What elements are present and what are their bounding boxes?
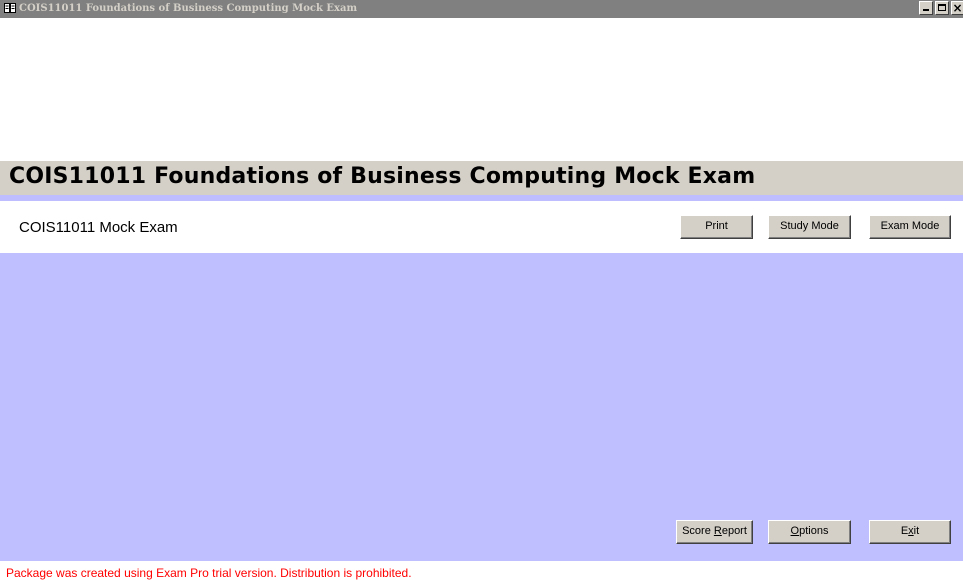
exit-label-post: it [913,525,920,537]
score-report-mnemonic: R [713,525,722,537]
exit-button[interactable]: Exit [869,520,951,544]
options-mnemonic: O [790,525,800,537]
window-titlebar[interactable]: COIS11011 Foundations of Business Comput… [0,0,963,18]
options-label-post: ptions [799,525,829,537]
exam-name: COIS11011 Mock Exam [19,219,178,236]
minimize-icon[interactable] [919,1,933,15]
score-report-button[interactable]: Score Report [676,520,753,544]
exam-mode-button[interactable]: Exam Mode [869,215,951,239]
options-button[interactable]: Options [768,520,851,544]
study-mode-button[interactable]: Study Mode [768,215,851,239]
window-title: COIS11011 Foundations of Business Comput… [19,3,358,14]
window-controls: × [917,1,963,16]
print-button[interactable]: Print [680,215,753,239]
book-icon [4,3,16,13]
page-title: COIS11011 Foundations of Business Comput… [9,164,756,189]
score-report-label-post: eport [721,525,747,537]
score-report-label-pre: Score [682,525,714,537]
close-icon[interactable]: × [951,1,963,15]
trial-notice: Package was created using Exam Pro trial… [6,566,412,580]
content-area [0,253,963,561]
maximize-icon[interactable] [935,1,949,15]
